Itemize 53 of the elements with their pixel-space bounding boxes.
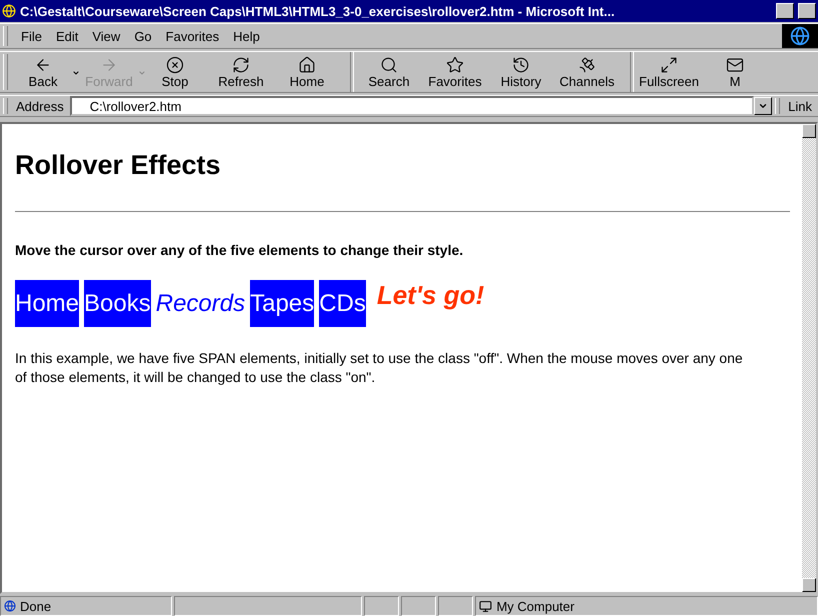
status-pane	[438, 596, 474, 616]
mail-icon	[726, 56, 744, 74]
rollover-item[interactable]: Tapes	[250, 280, 314, 327]
stop-icon	[166, 56, 184, 74]
minimize-button[interactable]	[776, 3, 794, 19]
home-icon	[298, 56, 316, 74]
dropdown-button[interactable]	[754, 97, 772, 115]
browser-icon	[2, 4, 16, 18]
toolbar-button[interactable]: M	[706, 53, 772, 91]
window-title: C:\Gestalt\Courseware\Screen Caps\HTML3\HTML3_3-0_exercises\rollover2.htm - Microsoft Int...	[20, 4, 616, 18]
caret-icon[interactable]	[72, 68, 80, 76]
channels-icon	[578, 56, 596, 74]
status-pane	[401, 596, 436, 616]
search-icon	[380, 56, 398, 74]
toolbar-button[interactable]: Stop	[146, 53, 212, 91]
toolbar-button[interactable]: Refresh	[212, 53, 278, 91]
menu-item[interactable]: Favorites	[158, 26, 226, 46]
status-pane	[364, 596, 400, 616]
menu-item[interactable]: Help	[226, 26, 267, 46]
fullscreen-icon	[660, 56, 678, 74]
computer-icon	[479, 600, 492, 612]
instruction-text: Move the cursor over any of the five elements to change their style.	[15, 242, 464, 258]
toolbar-button[interactable]: Fullscreen	[640, 53, 706, 91]
maximize-button[interactable]	[798, 3, 816, 19]
address-field[interactable]: C:\rollover2.htm	[70, 96, 754, 116]
rollover-item[interactable]: Books	[84, 280, 151, 327]
address-label: Address	[15, 98, 65, 114]
toolbar-button[interactable]: Channels	[558, 53, 624, 91]
menu-item[interactable]: View	[85, 26, 128, 46]
zone-pane: My Computer	[475, 596, 818, 616]
caret-icon	[758, 101, 768, 111]
lets-go-text: Let's go!	[376, 280, 484, 311]
refresh-icon	[232, 56, 250, 74]
rollover-item[interactable]: CDs	[319, 280, 366, 327]
links-label[interactable]: Link	[786, 98, 818, 114]
toolbar-button[interactable]: Favorites	[426, 53, 492, 91]
toolbar-button[interactable]: Home	[278, 53, 344, 91]
browser-logo	[782, 24, 818, 48]
toolbar-button[interactable]: Back	[14, 53, 80, 91]
page-heading: Rollover Effects	[15, 150, 222, 181]
menu-item[interactable]: Go	[127, 26, 159, 46]
rollover-item[interactable]: Home	[15, 280, 80, 327]
status-pane: Done	[0, 596, 172, 616]
menu-item[interactable]: File	[14, 26, 49, 46]
favorites-icon	[446, 56, 464, 74]
rollover-item[interactable]: Records	[156, 280, 246, 327]
scrollbar[interactable]	[802, 124, 816, 592]
history-icon	[512, 56, 530, 74]
toolbar-button[interactable]: Search	[360, 53, 426, 91]
body-text: In this example, we have five SPAN elements, initially set to use the class "off". When the mouse moves over any one of those elements, it will be changed to use the class "on".	[15, 349, 744, 387]
globe-icon	[4, 600, 16, 612]
menu-item[interactable]: Edit	[48, 26, 86, 46]
toolbar-button[interactable]: History	[492, 53, 558, 91]
